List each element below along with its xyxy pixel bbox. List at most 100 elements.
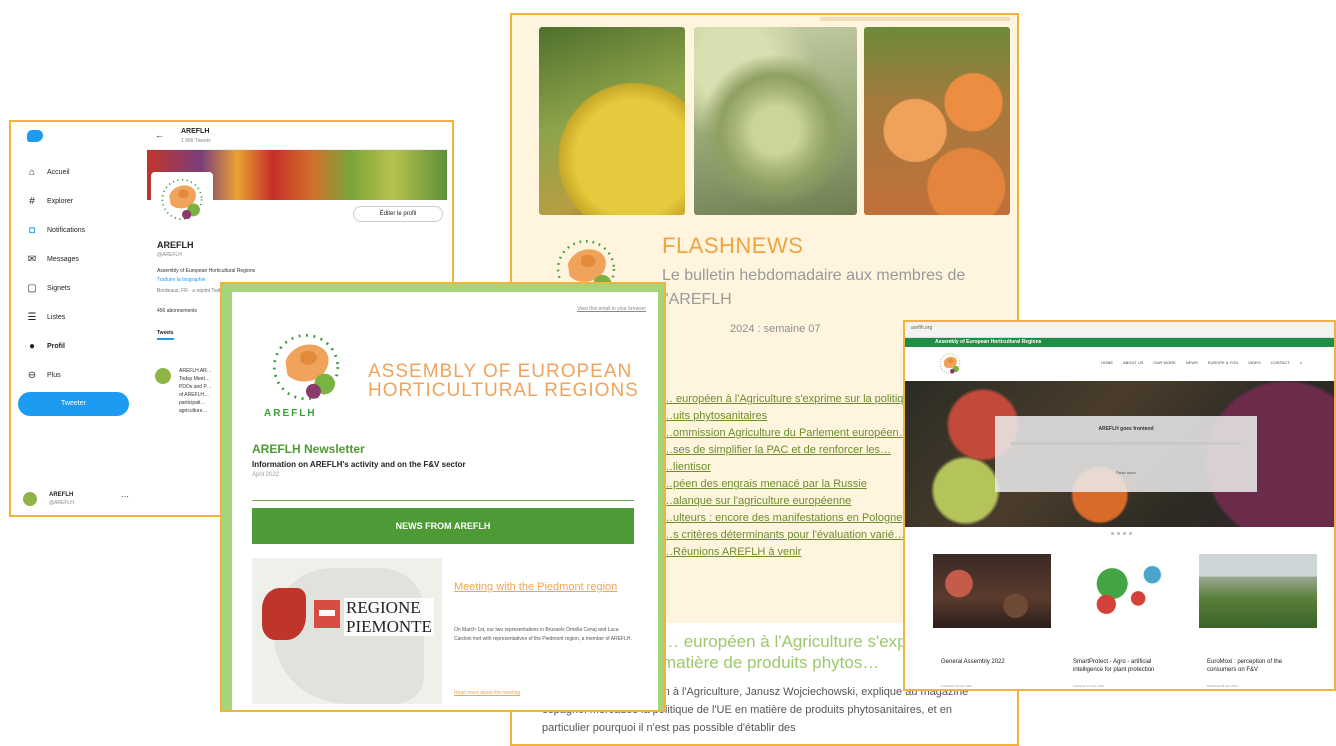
menu-item[interactable]: HOME bbox=[1101, 360, 1113, 365]
newsletter-date: April 2022 bbox=[252, 472, 280, 478]
nav-label: Listes bbox=[47, 314, 66, 321]
flashnews-link[interactable]: …Réunions AREFLH à venir bbox=[662, 544, 912, 561]
menu-item[interactable]: VIDEO bbox=[1248, 360, 1260, 365]
news-card-caption: EuroMoxi : perception of the consumers o… bbox=[1207, 659, 1283, 673]
flashnews-title: FLASHNEWS bbox=[662, 233, 804, 258]
news-card[interactable]: General Assembly 2022 Published 25 Mar 2… bbox=[933, 554, 1051, 689]
avatar bbox=[23, 492, 37, 506]
flashnews-link[interactable]: …alanque sur l'agriculture européenne bbox=[662, 493, 912, 510]
flashnews-link[interactable]: …lientisor bbox=[662, 459, 912, 476]
site-tagline: Assembly of European Horticultural Regio… bbox=[935, 339, 1042, 345]
nav-label: Signets bbox=[47, 285, 71, 292]
news-card-caption: SmartProtect - Agro - artificial intelli… bbox=[1073, 659, 1155, 673]
account-handle: @AREFLH bbox=[49, 500, 74, 506]
address-text[interactable]: areflh.org bbox=[911, 325, 932, 331]
twitter-bird-icon[interactable] bbox=[27, 130, 43, 142]
newsletter-title: AREFLH Newsletter bbox=[252, 442, 365, 456]
tweet-text: participati… bbox=[179, 400, 206, 406]
meeting-title-link[interactable]: Meeting with the Piedmont region bbox=[454, 580, 634, 595]
nav-label: Notifications bbox=[47, 227, 86, 234]
nav-item-profile[interactable]: ● Profil bbox=[27, 332, 147, 361]
read-more-link[interactable]: Read more about the meeting bbox=[454, 690, 520, 696]
hero-caption-box: AREFLH goes frontend Read more bbox=[995, 416, 1257, 492]
meeting-body: On March 1st, our two representatives in… bbox=[454, 627, 632, 642]
regione-line: REGIONE bbox=[346, 598, 421, 617]
carousel-dots[interactable] bbox=[1111, 532, 1132, 535]
menu-item[interactable]: ABOUT US bbox=[1123, 360, 1143, 365]
piemonte-map-image[interactable]: REGIONE PIEMONTE bbox=[252, 558, 442, 704]
tweet-text: PDOs and P… bbox=[179, 384, 212, 390]
regione-label: REGIONE PIEMONTE bbox=[344, 598, 434, 636]
flashnews-link[interactable]: … européen à l'Agriculture s'exprime sur… bbox=[662, 391, 912, 408]
news-card-caption: General Assembly 2022 bbox=[941, 659, 1005, 665]
flashnews-link[interactable]: …s critères déterminants pour l'évaluati… bbox=[662, 527, 912, 544]
news-section-header: NEWS FROM AREFLH bbox=[252, 508, 634, 544]
regione-line: PIEMONTE bbox=[346, 617, 432, 636]
site-menu: HOME ABOUT US OUR WORK NEWS EUROPE & YOU… bbox=[1101, 360, 1302, 365]
tweet-count: 1 966 Tweets bbox=[181, 138, 211, 144]
tab-tweets[interactable]: Tweets bbox=[157, 330, 174, 340]
tweet-text: agriculture… bbox=[179, 408, 208, 414]
nav-item-more[interactable]: ⊖ Plus bbox=[27, 361, 147, 390]
profile-avatar[interactable] bbox=[151, 172, 213, 228]
avatar bbox=[155, 368, 171, 384]
nav-item-notifications[interactable]: ◘ Notifications bbox=[27, 216, 147, 245]
nav-label: Messages bbox=[47, 256, 79, 263]
news-card[interactable]: EuroMoxi : perception of the consumers o… bbox=[1199, 554, 1317, 689]
menu-item[interactable]: EUROPE & YOU bbox=[1208, 360, 1238, 365]
nav-item-lists[interactable]: ☰ Listes bbox=[27, 303, 147, 332]
areflh-newsletter: View this email in your browser AREFLH A… bbox=[220, 282, 666, 712]
logo-text: AREFLH bbox=[264, 408, 317, 419]
nav-label: Explorer bbox=[47, 198, 74, 205]
hashtag-icon: # bbox=[29, 195, 35, 207]
assembly-line: HORTICULTURAL REGIONS bbox=[368, 380, 639, 401]
flashnews-link[interactable]: …ommission Agriculture du Parlement euro… bbox=[662, 425, 912, 442]
flashnews-link[interactable]: …péen des engrais menacé par la Russie bbox=[662, 476, 912, 493]
ellipsis-icon[interactable]: ⋯ bbox=[121, 492, 129, 501]
flashnews-link-list: … européen à l'Agriculture s'exprime sur… bbox=[662, 391, 912, 561]
profile-stats[interactable]: 456 abonnements bbox=[157, 308, 197, 314]
flashnews-link[interactable]: …uits phytosanitaires bbox=[662, 408, 912, 425]
profile-header: ← AREFLH 1 966 Tweets bbox=[147, 124, 447, 150]
flashnews-subtitle: Le bulletin hebdomadaire aux membres de … bbox=[662, 267, 966, 308]
nav-item-bookmarks[interactable]: ▢ Signets bbox=[27, 274, 147, 303]
bookmark-icon: ▢ bbox=[27, 282, 37, 294]
areflh-logo-icon[interactable] bbox=[933, 351, 967, 377]
flashnews-week: 2024 : semaine 07 bbox=[730, 323, 821, 335]
hero-read-more[interactable]: Read more bbox=[995, 470, 1257, 475]
tweet-button[interactable]: Tweeter bbox=[18, 392, 129, 416]
edit-profile-button[interactable]: Éditer le profil bbox=[353, 206, 443, 222]
menu-item[interactable]: NEWS bbox=[1186, 360, 1198, 365]
tweet-text: AREFLH AR… bbox=[179, 368, 212, 374]
news-card[interactable]: SmartProtect - Agro - artificial intelli… bbox=[1065, 554, 1183, 689]
news-card-date: Published 10 Feb 2022 bbox=[1073, 684, 1104, 688]
news-card-image bbox=[1065, 554, 1183, 628]
tweet-text: Today Meet… bbox=[179, 376, 210, 382]
areflh-website-screenshot: areflh.org Assembly of European Horticul… bbox=[903, 320, 1336, 691]
account-switcher[interactable]: AREFLH @AREFLH ⋯ bbox=[23, 490, 143, 510]
list-icon: ☰ bbox=[27, 311, 37, 323]
nav-label: Accueil bbox=[47, 169, 70, 176]
nav-item-explore[interactable]: # Explorer bbox=[27, 187, 147, 216]
nav-item-messages[interactable]: ✉ Messages bbox=[27, 245, 147, 274]
newsletter-body: View this email in your browser AREFLH A… bbox=[232, 292, 658, 710]
flashnews-link[interactable]: …ulteurs : encore des manifestations en … bbox=[662, 510, 912, 527]
view-online-link[interactable]: View this email in your browser bbox=[577, 306, 646, 312]
back-arrow-icon[interactable]: ← bbox=[155, 130, 164, 140]
artichoke-photo bbox=[694, 27, 857, 215]
menu-item[interactable]: CONTACT bbox=[1271, 360, 1290, 365]
translate-bio-link[interactable]: Traduire la biographie bbox=[157, 277, 205, 283]
account-name: AREFLH bbox=[49, 492, 74, 498]
nav-label: Plus bbox=[47, 372, 61, 379]
assembly-heading: ASSEMBLY OF EUROPEAN HORTICULTURAL REGIO… bbox=[368, 362, 639, 400]
tweet-text: of AREFLH… bbox=[179, 392, 210, 398]
map-region-highlight bbox=[262, 588, 306, 640]
menu-item[interactable]: OUR WORK bbox=[1153, 360, 1175, 365]
collage: FLASHNEWS Le bulletin hebdomadaire aux m… bbox=[0, 0, 1336, 746]
flashnews-link[interactable]: …ses de simplifier la PAC et de renforce… bbox=[662, 442, 912, 459]
lemon-photo bbox=[539, 27, 685, 215]
bell-icon: ◘ bbox=[28, 224, 36, 236]
nav-item-home[interactable]: ⌂ Accueil bbox=[27, 158, 147, 187]
search-icon[interactable]: ⌕ bbox=[1300, 360, 1302, 365]
hero-text-line bbox=[1011, 442, 1241, 445]
